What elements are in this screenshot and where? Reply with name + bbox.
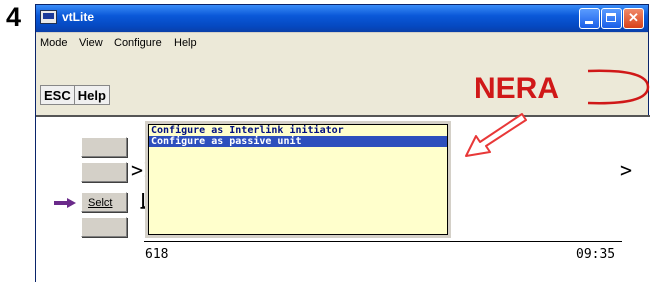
option-popup: Configure as Interlink initiator Configu… [148, 124, 448, 235]
right-arrow[interactable]: > [620, 158, 632, 182]
menu-configure[interactable]: Configure [114, 37, 162, 49]
select-button[interactable]: Selct [81, 192, 127, 212]
maximize-button[interactable] [601, 8, 622, 29]
toolbar-buttons: ESC Help [40, 85, 110, 105]
window-title: vtLite [62, 10, 95, 24]
app-icon [40, 10, 57, 24]
soft-key-2[interactable] [81, 162, 127, 182]
logo-text: NERA [474, 72, 559, 105]
menu-help[interactable]: Help [174, 37, 197, 49]
option-passive-unit[interactable]: Configure as passive unit [149, 136, 447, 147]
menu-view[interactable]: View [79, 37, 103, 49]
soft-key-1[interactable] [81, 137, 127, 157]
menu-bar: Mode View Configure Help [36, 33, 648, 53]
nera-logo: NERA [474, 69, 650, 105]
step-number: 4 [6, 2, 22, 32]
callout-arrow-icon [465, 113, 527, 157]
help-button[interactable]: Help [74, 86, 109, 104]
footer-time: 09:35 [576, 247, 616, 262]
soft-key-4[interactable] [81, 217, 127, 237]
footer-divider [144, 241, 622, 242]
select-arrow-icon [54, 198, 76, 208]
title-bar: vtLite ✕ [36, 5, 648, 32]
select-label: Selct [88, 197, 113, 209]
option-interlink-initiator[interactable]: Configure as Interlink initiator [149, 125, 447, 136]
esc-button[interactable]: ESC [41, 86, 75, 104]
footer-left-value: 618 [145, 247, 169, 262]
minimize-button[interactable] [579, 8, 600, 29]
menu-mode[interactable]: Mode [40, 37, 68, 49]
close-button[interactable]: ✕ [623, 8, 644, 29]
toolbar-area: ESC Help NERA [36, 53, 650, 116]
